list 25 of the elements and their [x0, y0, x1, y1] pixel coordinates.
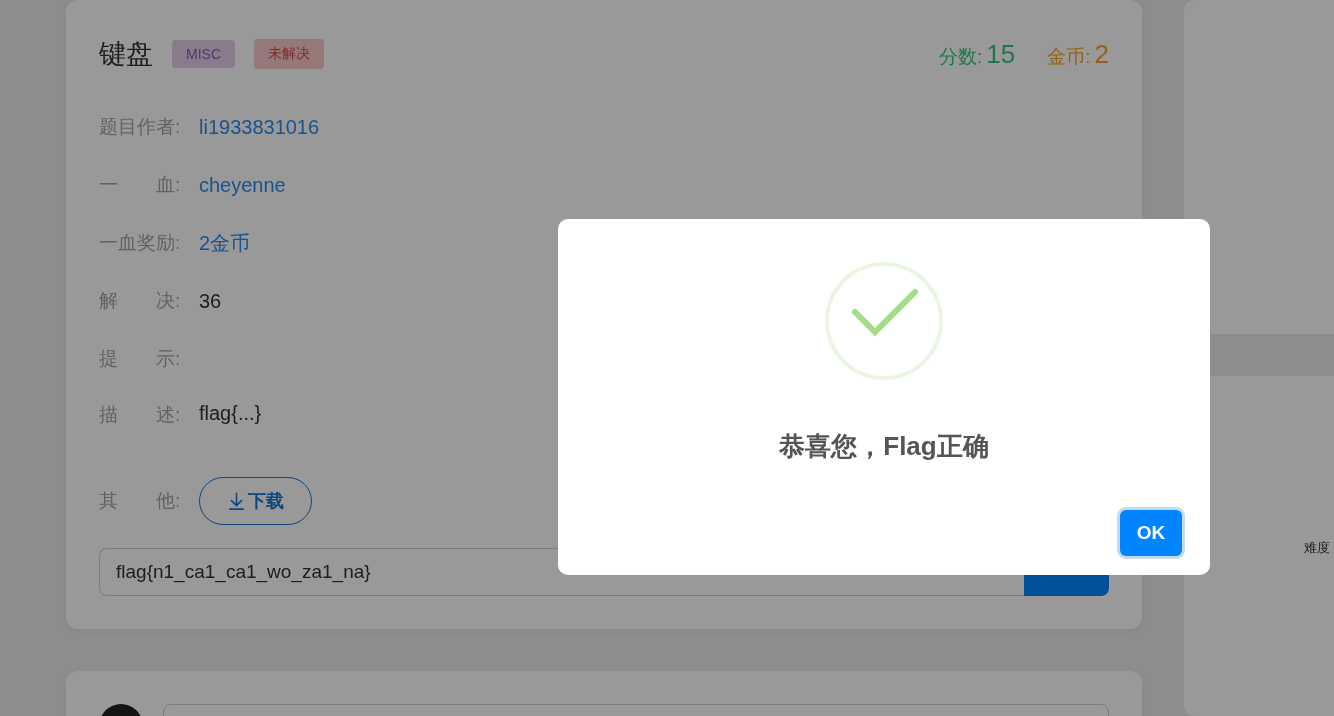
- field-label: 其 他:: [99, 489, 182, 513]
- field-label: 提 示:: [99, 347, 182, 371]
- ok-button[interactable]: OK: [1120, 510, 1182, 556]
- success-check-icon: [824, 261, 944, 381]
- difficulty-label: 难度: [1304, 539, 1330, 557]
- field-value: 36: [199, 289, 222, 313]
- field-label: 题目作者:: [99, 115, 182, 139]
- field-label: 一 血:: [99, 173, 182, 197]
- field-label: 描 述:: [99, 403, 182, 427]
- download-button[interactable]: 下载: [199, 477, 312, 525]
- field-link[interactable]: cheyenne: [199, 173, 286, 197]
- field-value: flag{...}: [199, 402, 262, 425]
- coins-value: 2: [1094, 38, 1109, 70]
- download-icon: [227, 491, 246, 511]
- challenge-title: 键盘: [99, 38, 153, 71]
- field-link[interactable]: 2金币: [199, 229, 251, 257]
- score-value: 15: [986, 38, 1016, 70]
- coins-label: 金币:: [1047, 44, 1091, 69]
- field-link[interactable]: li1933831016: [199, 115, 320, 139]
- category-tag: MISC: [172, 40, 235, 68]
- field-label: 解 决:: [99, 289, 182, 313]
- category-tag: 未解决: [254, 39, 324, 69]
- field-label: 一血奖励:: [99, 231, 182, 255]
- score-label: 分数:: [939, 44, 983, 69]
- dialog-message: 恭喜您，Flag正确: [779, 430, 989, 463]
